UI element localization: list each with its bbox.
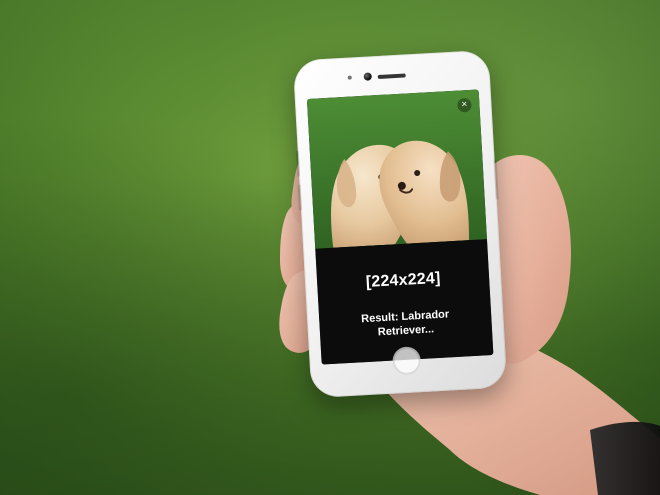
home-button[interactable] (391, 346, 422, 376)
puppies-illustration (306, 89, 487, 249)
smartphone: × [224x224] Result: Labrador Retriever..… (292, 49, 508, 399)
sleeve (590, 421, 660, 495)
puppies-photo: × (306, 89, 487, 249)
side-button (295, 150, 301, 177)
classification-result-text: Result: Labrador Retriever... (360, 308, 450, 339)
side-button (297, 184, 303, 211)
phone-screen: × [224x224] Result: Labrador Retriever..… (306, 89, 494, 365)
result-overlay: [224x224] Result: Labrador Retriever... (315, 239, 494, 365)
front-sensor (347, 75, 352, 80)
front-camera (363, 72, 372, 81)
earpiece-speaker (377, 73, 406, 80)
input-size-text: [224x224] (365, 269, 441, 291)
